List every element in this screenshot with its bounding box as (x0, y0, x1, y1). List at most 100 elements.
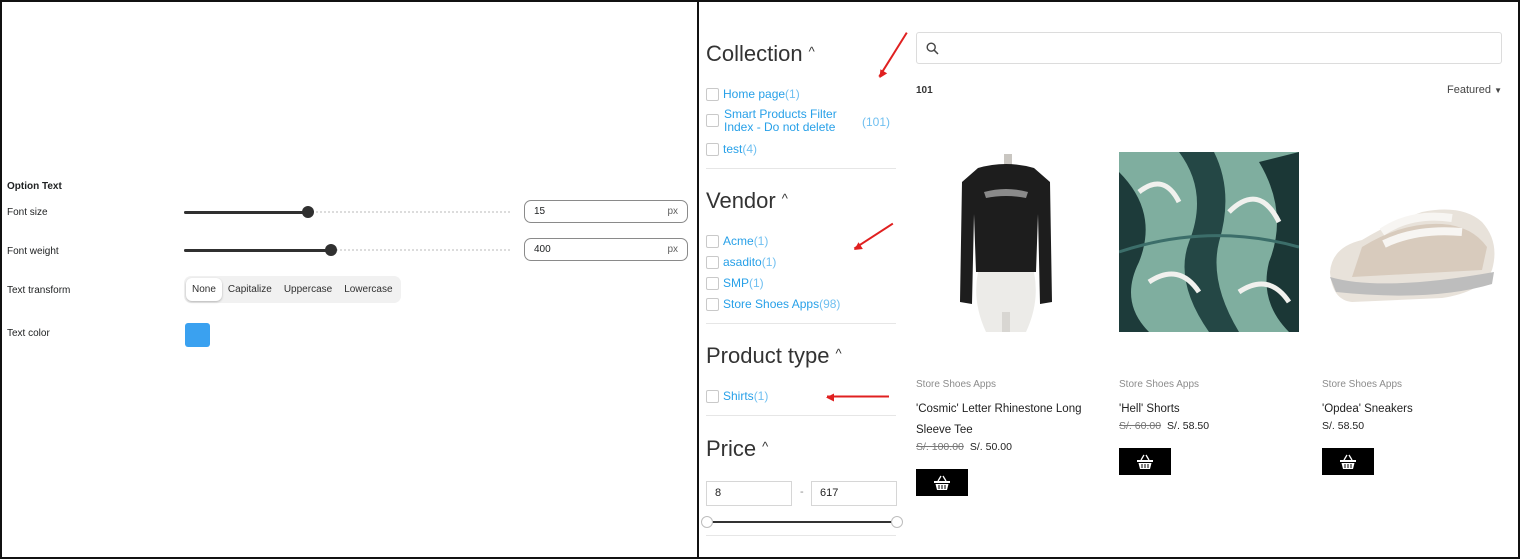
checkbox[interactable] (706, 277, 719, 290)
filter-separator (706, 535, 896, 536)
filter-option-count: (4) (742, 142, 758, 156)
slider-thumb[interactable] (324, 244, 337, 256)
vendor-heading-text: Vendor (706, 188, 776, 213)
text-color-label: Text color (7, 328, 50, 339)
product-type-heading-text: Product type (706, 343, 830, 368)
filter-option-label: Home page (723, 87, 786, 101)
compare-at-price: S/. 100.00 (916, 441, 964, 453)
checkbox[interactable] (706, 390, 719, 403)
product-card[interactable]: Store Shoes Apps 'Hell' Shorts S/. 60.00… (1119, 152, 1299, 475)
checkbox[interactable] (706, 114, 719, 127)
checkbox[interactable] (706, 235, 719, 248)
filter-option-label: SMP (723, 276, 750, 290)
filter-option-label: Shirts (723, 389, 754, 403)
font-weight-unit: px (667, 244, 678, 255)
sort-dropdown[interactable]: Featured ▼ (1447, 84, 1502, 96)
product-price: S/. 60.00 S/. 58.50 (1119, 420, 1209, 432)
basket-icon (1340, 454, 1356, 469)
font-size-label: Font size (7, 207, 48, 218)
filter-option-smp[interactable]: SMP (1) (706, 276, 764, 290)
price-heading-text: Price (706, 436, 757, 461)
basket-icon (934, 475, 950, 490)
checkbox[interactable] (706, 143, 719, 156)
transform-option-none[interactable]: None (186, 278, 222, 301)
vendor-filter-heading[interactable]: Vendor ^ (706, 188, 788, 214)
add-to-cart-button[interactable] (1322, 448, 1374, 475)
sale-price: S/. 58.50 (1167, 420, 1210, 432)
transform-option-uppercase[interactable]: Uppercase (278, 278, 338, 301)
sale-price: S/. 50.00 (969, 441, 1012, 453)
compare-at-price: S/. 60.00 (1119, 420, 1162, 432)
product-image[interactable] (1322, 152, 1502, 332)
product-card[interactable]: Store Shoes Apps 'Cosmic' Letter Rhinest… (916, 152, 1096, 496)
font-weight-slider[interactable] (184, 244, 510, 256)
filter-option-shirts[interactable]: Shirts (1) (706, 389, 768, 403)
checkbox[interactable] (706, 256, 719, 269)
filter-option-count: (1) (753, 234, 769, 248)
product-vendor: Store Shoes Apps (1322, 379, 1403, 390)
product-title[interactable]: 'Hell' Shorts (1119, 399, 1299, 420)
filter-option-label: Store Shoes Apps (723, 297, 820, 311)
sort-label: Featured (1446, 84, 1492, 96)
filter-option-label: Acme (723, 234, 754, 248)
filter-option-home-page[interactable]: Home page (1) (706, 87, 800, 101)
font-weight-label: Font weight (7, 246, 59, 257)
product-card[interactable]: Store Shoes Apps 'Opdea' Sneakers S/. 58… (1322, 152, 1502, 475)
transform-option-capitalize[interactable]: Capitalize (222, 278, 278, 301)
collection-filter-heading[interactable]: Collection ^ (706, 41, 815, 67)
annotation-arrow (854, 223, 894, 250)
product-type-filter-heading[interactable]: Product type ^ (706, 343, 842, 369)
price-range-track (707, 521, 897, 523)
font-size-value: 15 (534, 206, 546, 217)
filter-option-acme[interactable]: Acme (1) (706, 234, 768, 248)
slider-fill (184, 211, 308, 214)
price-range-max-handle[interactable] (891, 516, 903, 528)
filter-separator (706, 415, 896, 416)
filter-option-count: (1) (785, 87, 800, 101)
chevron-up-icon: ^ (762, 439, 769, 454)
product-title[interactable]: 'Opdea' Sneakers (1322, 399, 1502, 420)
price-filter-heading[interactable]: Price ^ (706, 436, 768, 462)
filter-option-count: (1) (753, 389, 769, 403)
price-range-min-handle[interactable] (701, 516, 713, 528)
font-weight-input[interactable]: 400 px (524, 238, 688, 261)
text-transform-segmented-control: None Capitalize Uppercase Lowercase (184, 276, 401, 303)
caret-down-icon: ▼ (1494, 86, 1502, 95)
sale-price: S/. 58.50 (1322, 420, 1365, 432)
price-min-input[interactable]: 8 (706, 481, 792, 506)
filter-option-test[interactable]: test (4) (706, 142, 757, 156)
font-weight-value: 400 (534, 244, 551, 255)
result-count: 101 (916, 85, 933, 96)
price-max-input[interactable]: 617 (811, 481, 897, 506)
checkbox[interactable] (706, 298, 719, 311)
checkbox[interactable] (706, 88, 719, 101)
product-title[interactable]: 'Cosmic' Letter Rhinestone Long Sleeve T… (916, 399, 1096, 441)
filter-option-asadito[interactable]: asadito (1) (706, 255, 776, 269)
add-to-cart-button[interactable] (1119, 448, 1171, 475)
annotation-arrow (878, 32, 908, 78)
product-image[interactable] (916, 152, 1096, 332)
product-vendor: Store Shoes Apps (916, 379, 997, 390)
transform-option-lowercase[interactable]: Lowercase (338, 278, 398, 301)
price-separator: - (800, 486, 804, 498)
filter-option-count: (98) (819, 297, 841, 311)
filter-separator (706, 168, 896, 169)
search-input[interactable] (916, 32, 1502, 64)
filter-option-store-shoes-apps[interactable]: Store Shoes Apps (98) (706, 297, 840, 311)
filter-option-count: (1) (761, 255, 777, 269)
font-size-input[interactable]: 15 px (524, 200, 688, 223)
chevron-up-icon: ^ (781, 191, 788, 206)
product-price: S/. 100.00 S/. 50.00 (916, 441, 1012, 453)
filter-option-label: asadito (723, 255, 762, 269)
text-color-swatch[interactable] (185, 323, 210, 347)
basket-icon (1137, 454, 1153, 469)
filter-option-label: test (723, 142, 743, 156)
section-title: Option Text (7, 181, 62, 192)
add-to-cart-button[interactable] (916, 469, 968, 496)
font-size-slider[interactable] (184, 206, 510, 218)
product-image[interactable] (1119, 152, 1299, 332)
product-vendor: Store Shoes Apps (1119, 379, 1200, 390)
storefront-preview: Collection ^ Home page (1) Smart Products … (699, 2, 1518, 557)
slider-thumb[interactable] (301, 206, 314, 218)
filter-option-label: Smart Products Filter Index - Do not del… (724, 107, 837, 134)
